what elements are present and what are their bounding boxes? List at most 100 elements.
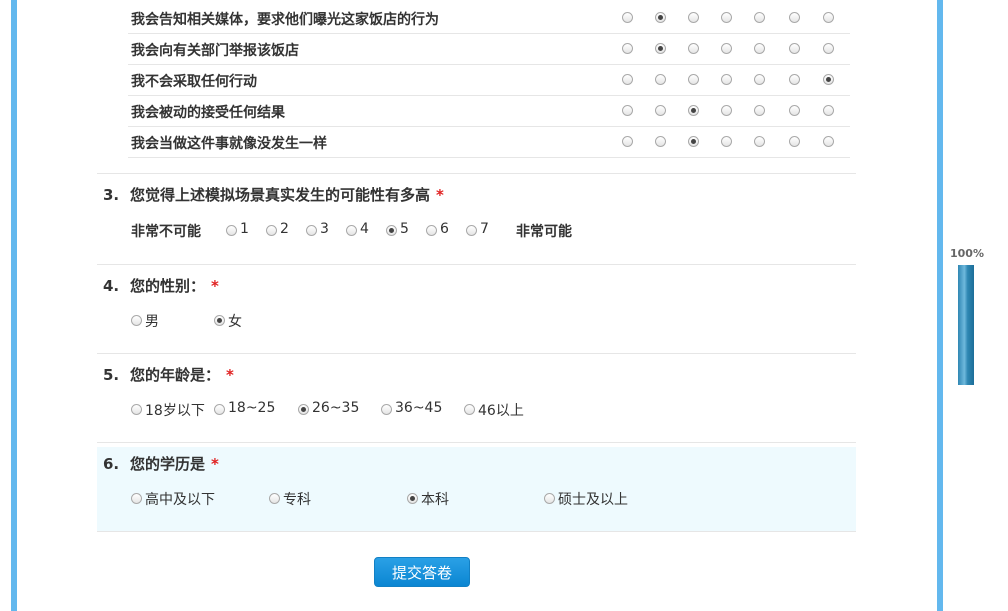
matrix-radio[interactable] <box>688 12 699 23</box>
matrix-radio[interactable] <box>823 74 834 85</box>
radio-button[interactable] <box>306 225 317 236</box>
matrix-radio[interactable] <box>655 43 666 54</box>
question-text: 您的性别： <box>130 277 206 295</box>
matrix-radio[interactable] <box>655 74 666 85</box>
matrix-row: 我会告知相关媒体，要求他们曝光这家饭店的行为 <box>128 2 850 34</box>
radio-button[interactable] <box>466 225 477 236</box>
matrix-radio[interactable] <box>721 136 732 147</box>
required-marker: * <box>436 186 444 204</box>
question-number: 3. <box>103 186 120 204</box>
matrix-row: 我会向有关部门举报该饭店 <box>128 33 850 65</box>
divider <box>97 531 856 532</box>
radio-button[interactable] <box>464 404 475 415</box>
matrix-radio[interactable] <box>688 43 699 54</box>
question-4-title: 4. 您的性别： * <box>103 275 219 296</box>
matrix-radio[interactable] <box>622 105 633 116</box>
radio-button[interactable] <box>381 404 392 415</box>
option-label: 2 <box>280 221 289 237</box>
option-label: 1 <box>240 221 249 237</box>
matrix-row-label: 我会告知相关媒体，要求他们曝光这家饭店的行为 <box>131 12 439 28</box>
matrix-row-label: 我会被动的接受任何结果 <box>131 105 285 121</box>
right-border <box>937 0 943 611</box>
matrix-radio[interactable] <box>754 43 765 54</box>
matrix-radio[interactable] <box>721 12 732 23</box>
matrix-radio[interactable] <box>789 43 800 54</box>
radio-button[interactable] <box>131 404 142 415</box>
option-label: 5 <box>400 221 409 237</box>
matrix-radio[interactable] <box>789 136 800 147</box>
scale-right-label: 非常可能 <box>516 224 572 240</box>
option-label: 男 <box>145 314 159 330</box>
question-3-title: 3. 您觉得上述模拟场景真实发生的可能性有多高 * <box>103 184 444 205</box>
question-text: 您觉得上述模拟场景真实发生的可能性有多高 <box>130 186 431 204</box>
matrix-row: 我不会采取任何行动 <box>128 64 850 96</box>
option-label: 36~45 <box>395 400 443 416</box>
matrix-radio[interactable] <box>655 105 666 116</box>
matrix-radio[interactable] <box>754 74 765 85</box>
question-6-title: 6. 您的学历是 * <box>103 453 219 474</box>
matrix-radio[interactable] <box>622 43 633 54</box>
radio-button[interactable] <box>226 225 237 236</box>
question-number: 5. <box>103 366 120 384</box>
option-label: 7 <box>480 221 489 237</box>
matrix-radio[interactable] <box>721 74 732 85</box>
radio-button[interactable] <box>426 225 437 236</box>
matrix-radio[interactable] <box>823 136 834 147</box>
matrix-radio[interactable] <box>823 43 834 54</box>
progress-label: 100% <box>950 247 984 260</box>
option-label: 6 <box>440 221 449 237</box>
matrix-radio[interactable] <box>754 136 765 147</box>
matrix-row: 我会当做这件事就像没发生一样 <box>128 126 850 158</box>
radio-button[interactable] <box>386 225 397 236</box>
question-text: 您的学历是 <box>130 455 206 473</box>
required-marker: * <box>211 455 219 473</box>
option-label: 3 <box>320 221 329 237</box>
matrix-radio[interactable] <box>789 12 800 23</box>
radio-button[interactable] <box>269 493 280 504</box>
divider <box>97 264 856 265</box>
option-label: 本科 <box>421 492 449 508</box>
divider <box>97 353 856 354</box>
submit-button[interactable]: 提交答卷 <box>374 557 470 587</box>
option-label: 26~35 <box>312 400 360 416</box>
radio-button[interactable] <box>298 404 309 415</box>
matrix-radio[interactable] <box>688 136 699 147</box>
option-label: 专科 <box>283 492 311 508</box>
matrix-radio[interactable] <box>721 105 732 116</box>
matrix-radio[interactable] <box>789 74 800 85</box>
question-number: 6. <box>103 455 120 473</box>
radio-button[interactable] <box>407 493 418 504</box>
matrix-radio[interactable] <box>688 74 699 85</box>
radio-button[interactable] <box>346 225 357 236</box>
option-label: 18岁以下 <box>145 403 205 419</box>
radio-button[interactable] <box>214 315 225 326</box>
matrix-row: 我会被动的接受任何结果 <box>128 95 850 127</box>
matrix-row-label: 我会当做这件事就像没发生一样 <box>131 136 327 152</box>
radio-button[interactable] <box>131 315 142 326</box>
survey-content: 我会告知相关媒体，要求他们曝光这家饭店的行为我会向有关部门举报该饭店 我不会采取任… <box>0 0 937 611</box>
option-label: 硕士及以上 <box>558 492 628 508</box>
divider <box>97 442 856 443</box>
matrix-radio[interactable] <box>622 136 633 147</box>
matrix-radio[interactable] <box>754 12 765 23</box>
matrix-radio[interactable] <box>823 105 834 116</box>
matrix-radio[interactable] <box>655 12 666 23</box>
matrix-radio[interactable] <box>622 12 633 23</box>
required-marker: * <box>226 366 234 384</box>
matrix-radio[interactable] <box>823 12 834 23</box>
matrix-radio[interactable] <box>789 105 800 116</box>
option-label: 女 <box>228 314 242 330</box>
option-label: 18~25 <box>228 400 276 416</box>
matrix-radio[interactable] <box>622 74 633 85</box>
matrix-radio[interactable] <box>721 43 732 54</box>
option-label: 4 <box>360 221 369 237</box>
radio-button[interactable] <box>266 225 277 236</box>
radio-button[interactable] <box>131 493 142 504</box>
radio-button[interactable] <box>544 493 555 504</box>
matrix-radio[interactable] <box>754 105 765 116</box>
question-text: 您的年龄是： <box>130 366 221 384</box>
matrix-radio[interactable] <box>655 136 666 147</box>
radio-button[interactable] <box>214 404 225 415</box>
matrix-radio[interactable] <box>688 105 699 116</box>
question-number: 4. <box>103 277 120 295</box>
